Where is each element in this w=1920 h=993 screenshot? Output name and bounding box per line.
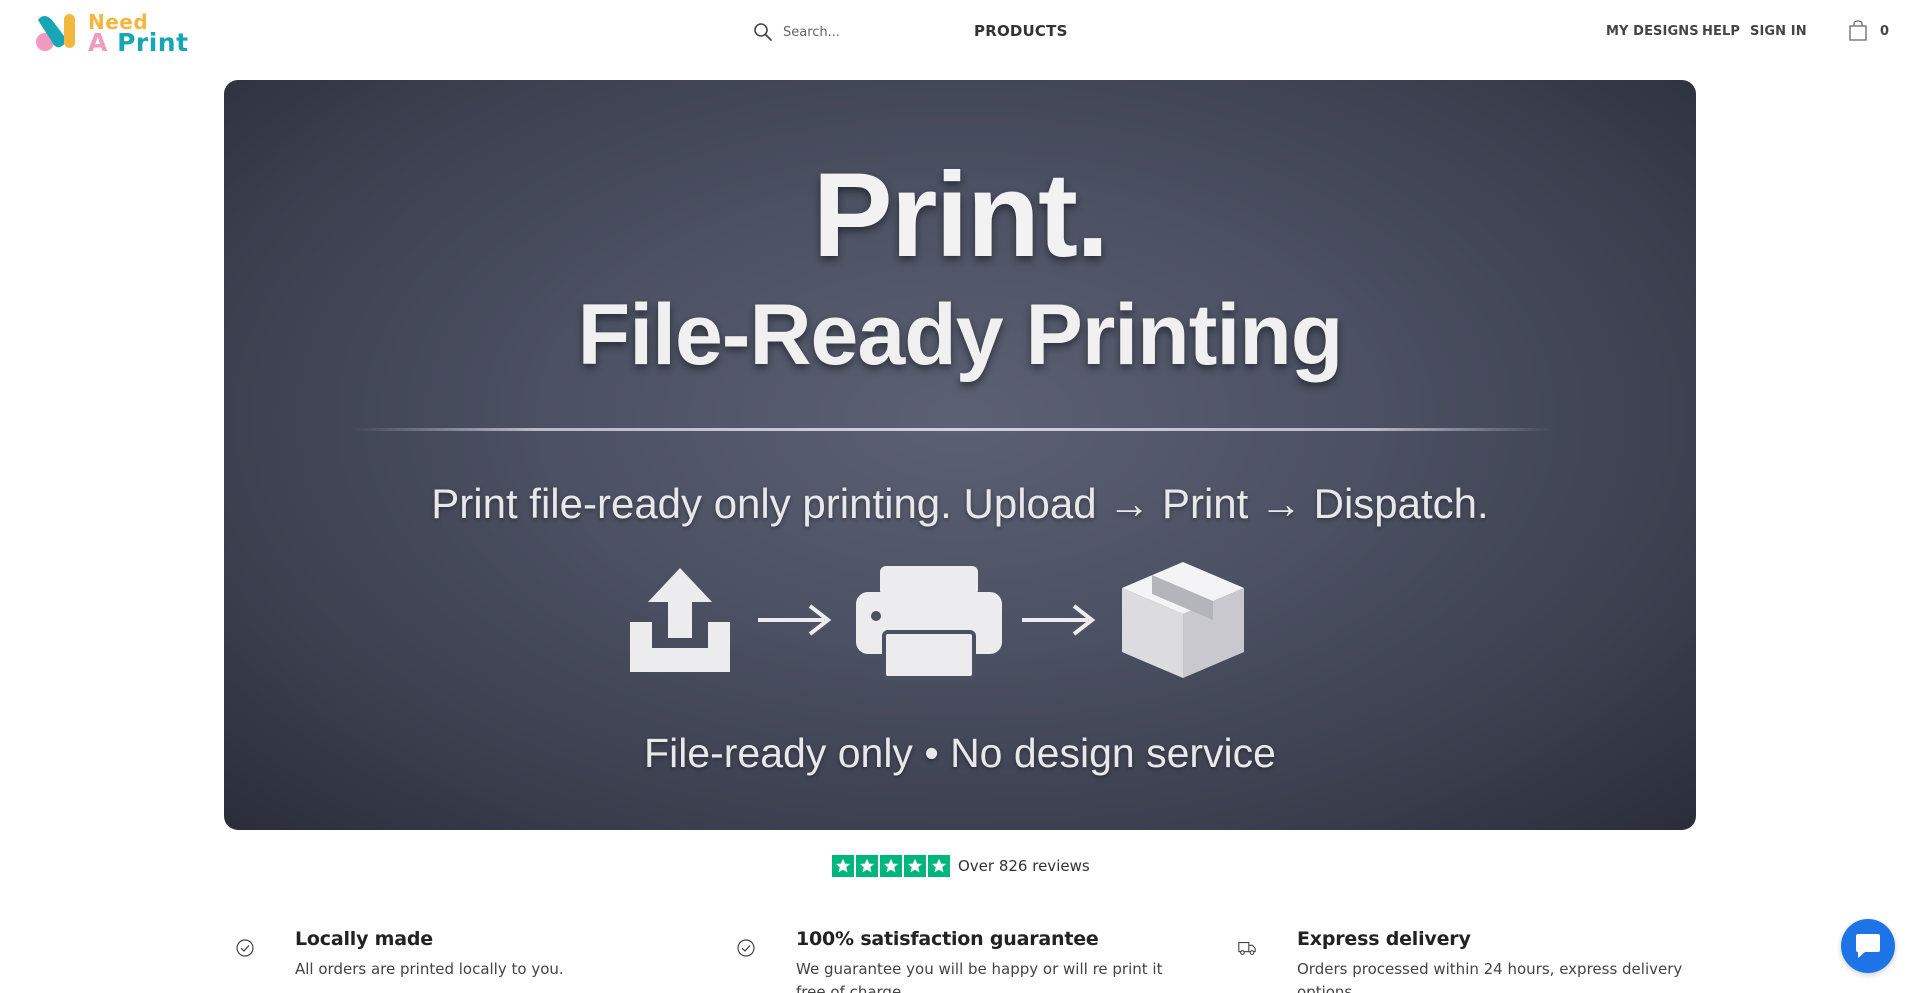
nav-sign-in[interactable]: SIGN IN <box>1750 24 1807 39</box>
search-bar[interactable] <box>753 19 953 45</box>
search-icon[interactable] <box>753 22 773 42</box>
logo-text-a: A <box>88 28 108 57</box>
need-a-print-logo[interactable]: Need A Print <box>36 12 196 57</box>
hero-banner: Print. File-Ready Printing Print file-re… <box>224 80 1696 830</box>
arrow-right-icon <box>758 604 832 636</box>
feature-description: Orders processed within 24 hours, expres… <box>1297 960 1683 993</box>
star-icon <box>856 855 878 877</box>
cart-button[interactable]: 0 <box>1848 20 1889 42</box>
reviews-summary[interactable]: Over 826 reviews <box>832 855 1090 877</box>
nav-my-designs[interactable]: MY DESIGNS <box>1606 24 1699 39</box>
logo-text-print: Print <box>117 28 189 57</box>
hero-divider <box>354 428 1554 431</box>
shopping-bag-icon <box>1849 20 1867 41</box>
hero-tagline: Print file-ready only printing. Upload →… <box>431 480 1489 527</box>
logo-text-a-print: A Print <box>88 29 189 57</box>
star-icon <box>832 855 854 877</box>
cart-count: 0 <box>1880 23 1890 39</box>
feature-description: We guarantee you will be happy or will r… <box>796 960 1163 993</box>
logo-mark-icon <box>36 14 75 51</box>
star-icon <box>880 855 902 877</box>
chat-bubble-icon <box>1856 934 1880 958</box>
check-circle-icon <box>236 939 254 957</box>
hero-title: Print. <box>812 148 1110 282</box>
star-icon <box>928 855 950 877</box>
search-input[interactable] <box>783 24 933 40</box>
hero-process-icons <box>224 562 1696 692</box>
package-box-icon <box>1122 562 1244 678</box>
chat-button[interactable] <box>1841 919 1895 973</box>
upload-icon <box>630 568 730 672</box>
hero-subtitle: File-Ready Printing <box>577 287 1344 383</box>
nav-products[interactable]: PRODUCTS <box>974 22 1068 40</box>
hero-footer-text: File-ready only • No design service <box>644 730 1276 776</box>
star-icon <box>904 855 926 877</box>
site-header: Need A Print PRODUCTS MY DESIGNS HELP SI… <box>0 0 1920 64</box>
feature-title: Express delivery <box>1297 928 1471 950</box>
check-circle-icon <box>737 939 755 957</box>
arrow-right-icon <box>1022 604 1096 636</box>
printer-icon <box>856 566 1002 680</box>
star-rating <box>832 855 950 877</box>
feature-title: 100% satisfaction guarantee <box>796 928 1099 950</box>
nav-help[interactable]: HELP <box>1702 24 1740 39</box>
feature-description: All orders are printed locally to you. <box>295 960 564 978</box>
feature-title: Locally made <box>295 928 433 950</box>
truck-icon <box>1238 941 1256 955</box>
reviews-count-text[interactable]: Over 826 reviews <box>958 857 1090 875</box>
